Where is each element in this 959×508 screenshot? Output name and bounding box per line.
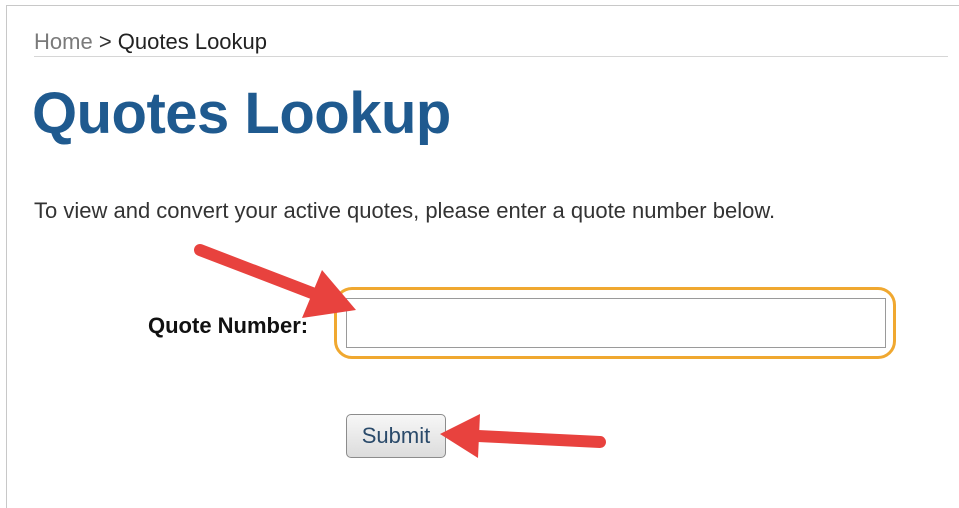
page-title: Quotes Lookup xyxy=(32,81,451,146)
breadcrumb-home-link[interactable]: Home xyxy=(34,29,93,54)
arrow-to-input-icon xyxy=(194,244,356,318)
frame-border-top xyxy=(6,5,959,6)
breadcrumb-divider xyxy=(34,56,948,57)
page: Home > Quotes Lookup Quotes Lookup To vi… xyxy=(0,0,959,508)
annotation-arrows xyxy=(194,244,606,458)
breadcrumb: Home > Quotes Lookup xyxy=(34,29,267,55)
breadcrumb-separator: > xyxy=(98,29,112,54)
frame-border-left xyxy=(6,5,7,508)
breadcrumb-current: Quotes Lookup xyxy=(117,29,268,54)
quote-number-label: Quote Number: xyxy=(148,313,309,338)
quote-number-input[interactable] xyxy=(346,298,886,348)
arrow-to-submit-icon xyxy=(440,414,606,458)
submit-button[interactable]: Submit xyxy=(346,414,446,458)
intro-text: To view and convert your active quotes, … xyxy=(34,198,776,223)
